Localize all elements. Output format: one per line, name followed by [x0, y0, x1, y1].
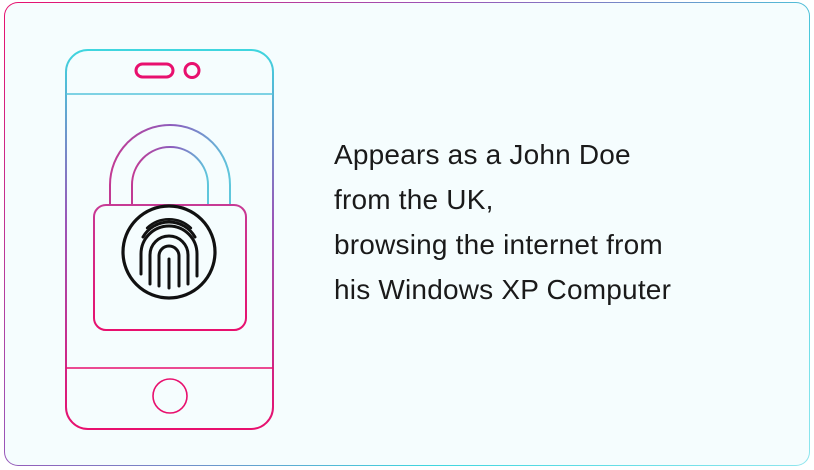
caption-line-1: Appears as a John Doe: [334, 139, 631, 170]
caption-line-3: browsing the internet from: [334, 229, 663, 260]
phone-icon: [65, 49, 274, 430]
caption-line-4: his Windows XP Computer: [334, 274, 672, 305]
caption-line-2: from the UK,: [334, 184, 494, 215]
fingerprint-icon: [121, 204, 217, 300]
caption-text: Appears as a John Doe from the UK, brows…: [334, 132, 794, 312]
